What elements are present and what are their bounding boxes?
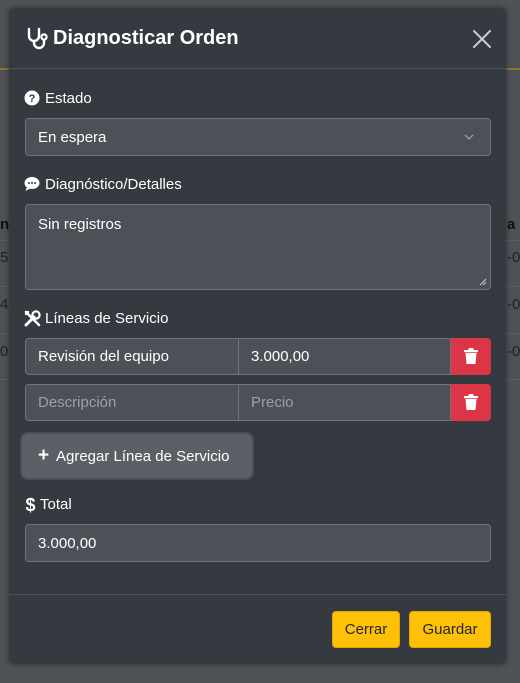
line-description-input[interactable]: Revisión del equipo bbox=[25, 338, 239, 375]
close-icon[interactable] bbox=[471, 28, 493, 50]
service-line-row: Revisión del equipo 3.000,00 bbox=[25, 338, 491, 375]
line-description-input[interactable]: Descripción bbox=[25, 384, 239, 421]
close-button[interactable]: Cerrar bbox=[332, 611, 400, 648]
diagnostico-label: Diagnóstico/Detalles bbox=[45, 176, 182, 193]
plus-icon: + bbox=[38, 445, 50, 466]
tools-icon bbox=[24, 310, 41, 327]
save-button[interactable]: Guardar bbox=[409, 611, 491, 648]
comment-icon bbox=[24, 177, 40, 191]
question-circle-icon: ? bbox=[24, 90, 40, 106]
add-service-line-button[interactable]: + Agregar Línea de Servicio bbox=[22, 434, 252, 478]
background-cell-fragment: -0 bbox=[507, 343, 520, 360]
svg-text:?: ? bbox=[29, 93, 36, 105]
add-service-line-label: Agregar Línea de Servicio bbox=[56, 448, 230, 465]
modal-title: Diagnosticar Orden bbox=[53, 27, 239, 49]
total-label: Total bbox=[40, 496, 72, 513]
background-cell-fragment: -0 bbox=[507, 296, 520, 313]
stethoscope-icon bbox=[27, 27, 48, 50]
dollar-icon: $ bbox=[25, 496, 35, 513]
delete-line-button[interactable] bbox=[451, 384, 491, 421]
background-cell-fragment: -0 bbox=[507, 249, 520, 266]
estado-select[interactable]: En espera bbox=[25, 118, 491, 156]
resize-grip-icon[interactable] bbox=[479, 278, 487, 286]
diagnostico-textarea[interactable]: Sin registros bbox=[25, 204, 491, 290]
total-value: 3.000,00 bbox=[38, 535, 97, 552]
svg-text:$: $ bbox=[25, 496, 35, 513]
modal-header: Diagnosticar Orden bbox=[9, 8, 506, 69]
trash-icon bbox=[464, 394, 478, 410]
diagnostico-value: Sin registros bbox=[38, 216, 122, 233]
modal-footer-divider bbox=[9, 594, 506, 595]
lineas-label: Líneas de Servicio bbox=[45, 310, 169, 327]
trash-icon bbox=[464, 348, 478, 364]
estado-label: Estado bbox=[45, 90, 92, 107]
total-input[interactable]: 3.000,00 bbox=[25, 524, 491, 562]
estado-selected-value: En espera bbox=[38, 129, 107, 146]
chevron-down-icon bbox=[464, 134, 474, 140]
service-line-row: Descripción Precio bbox=[25, 384, 491, 421]
background-table-header-fragment: n bbox=[0, 216, 10, 233]
line-price-input[interactable]: Precio bbox=[238, 384, 451, 421]
delete-line-button[interactable] bbox=[451, 338, 491, 375]
line-price-input[interactable]: 3.000,00 bbox=[238, 338, 451, 375]
diagnose-order-modal: Diagnosticar Orden ? Estado En espera Di… bbox=[9, 8, 506, 664]
background-table-header-fragment: a bbox=[507, 216, 516, 233]
